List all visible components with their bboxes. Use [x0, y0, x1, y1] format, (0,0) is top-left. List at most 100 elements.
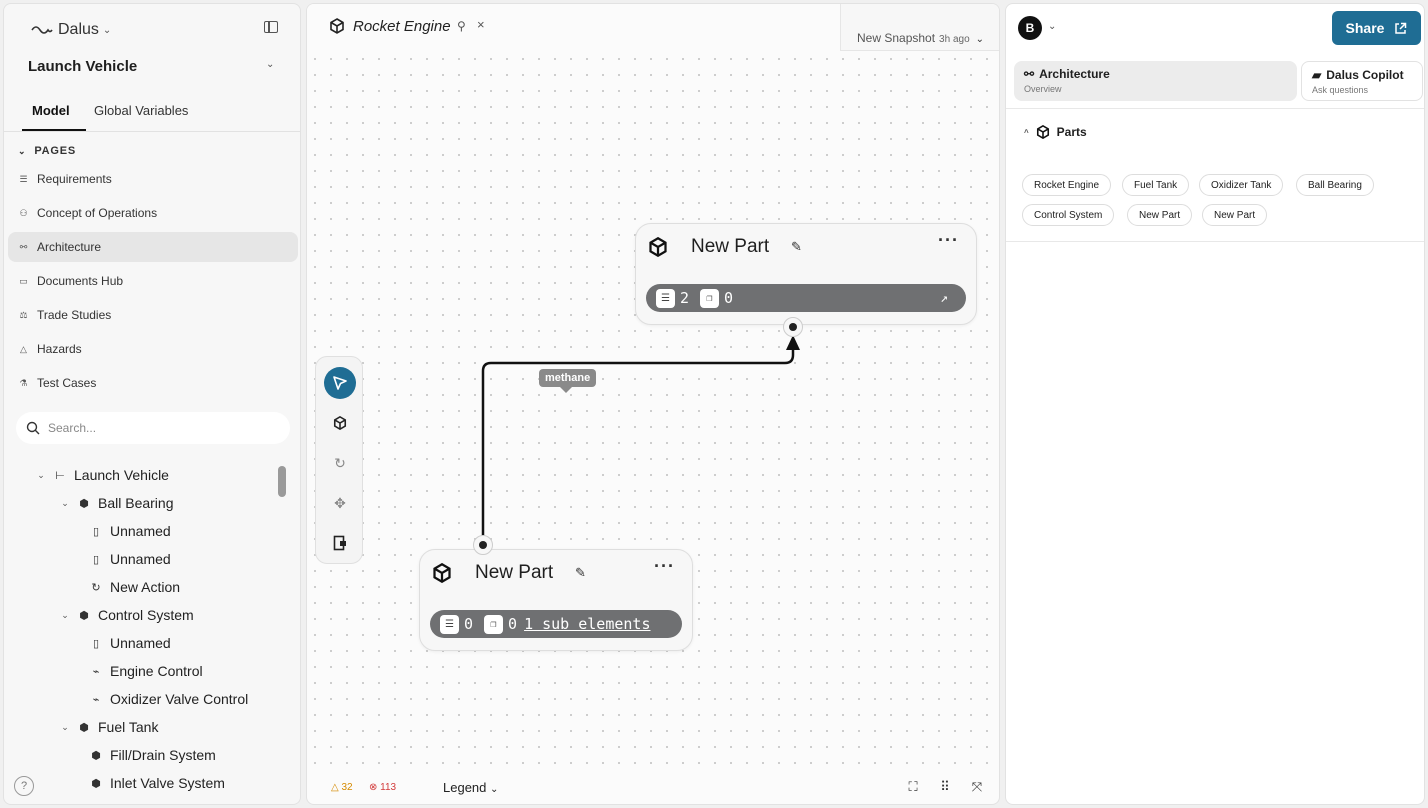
diagram-canvas[interactable]: methane ↻ ✥ New Part ✎ ··· ☰ 2 ❐ 0 ↗ New… — [307, 51, 999, 771]
tab-subtitle: Overview — [1024, 84, 1062, 94]
chevron-down-icon[interactable]: ⌄ — [266, 59, 274, 70]
nav-item-trade-studies[interactable]: ⚖ Trade Studies — [8, 300, 298, 330]
nav-item-concept-of-operations[interactable]: ⚇ Concept of Operations — [8, 198, 298, 228]
tree-item-oxidizer-valve-control[interactable]: ⌁ Oxidizer Valve Control — [90, 687, 249, 711]
pages-header[interactable]: ⌄ PAGES — [18, 145, 76, 157]
search-input[interactable] — [48, 421, 268, 435]
tree-label: Inlet Valve System — [110, 775, 225, 791]
tree-item-ball-bearing[interactable]: ⌄ ⬢ Ball Bearing — [60, 491, 174, 515]
legend-dropdown[interactable]: Legend ⌄ — [443, 780, 498, 795]
tree-item-launch-vehicle[interactable]: ⌄ ⊢ Launch Vehicle — [36, 463, 169, 487]
output-port[interactable] — [473, 535, 493, 555]
grid-dots-icon[interactable]: ⠿ — [937, 779, 953, 795]
sub-elements-link[interactable]: 1 sub elements — [524, 615, 650, 633]
add-port-button[interactable] — [324, 527, 356, 559]
part-node[interactable]: New Part ✎ ··· ☰ 0 ❐ 0 1 sub elements — [419, 549, 693, 651]
add-interface-button[interactable]: ✥ — [324, 487, 356, 519]
connector-edge[interactable] — [307, 51, 1000, 771]
share-nodes-icon: ⚯ — [1024, 67, 1035, 81]
share-button[interactable]: Share — [1332, 11, 1421, 45]
snapshot-selector[interactable]: New Snapshot 3h ago ⌄ — [857, 31, 984, 45]
chevron-down-icon[interactable]: ⌄ — [60, 498, 70, 509]
warnings-indicator[interactable]: △ 32 — [331, 782, 353, 793]
part-chip[interactable]: Rocket Engine — [1022, 174, 1112, 196]
layout-icon[interactable]: ⤧ — [969, 779, 985, 795]
edge-label[interactable]: methane — [539, 369, 597, 393]
part-chip[interactable]: New Part — [1202, 204, 1268, 226]
parts-section-header[interactable]: ^ Parts — [1024, 125, 1087, 139]
port-icon: ▯ — [92, 637, 100, 650]
tree-item-unnamed[interactable]: ▯ Unnamed — [90, 631, 171, 655]
chevron-down-icon[interactable]: ⌄ — [60, 610, 70, 621]
brand-menu[interactable]: Dalus ⌄ — [30, 21, 111, 39]
share-label: Share — [1345, 20, 1385, 36]
tree-label: Unnamed — [110, 551, 171, 567]
edit-icon[interactable]: ✎ — [791, 239, 802, 255]
tree-label: New Action — [110, 579, 181, 595]
cube-icon: ⬢ — [79, 721, 89, 734]
add-action-button[interactable]: ↻ — [324, 447, 356, 479]
tab-architecture[interactable]: ⚯ Architecture Overview — [1014, 61, 1297, 101]
more-options-icon[interactable]: ··· — [938, 230, 959, 251]
chevron-down-icon[interactable]: ⌄ — [1048, 21, 1056, 32]
part-chip[interactable]: Ball Bearing — [1296, 174, 1374, 196]
chevron-down-icon[interactable]: ⌄ — [60, 722, 70, 733]
nav-item-hazards[interactable]: △ Hazards — [8, 334, 298, 364]
tree-item-new-action[interactable]: ↻ New Action — [90, 575, 180, 599]
sidebar-toggle-icon[interactable] — [264, 21, 278, 33]
tab-title: Dalus Copilot — [1326, 68, 1404, 82]
nav-item-architecture[interactable]: ⚯ Architecture — [8, 232, 298, 262]
tree-item-fuel-tank[interactable]: ⌄ ⬢ Fuel Tank — [60, 715, 158, 739]
tree-scrollbar[interactable] — [278, 466, 286, 497]
chevron-down-icon[interactable]: ⌄ — [36, 470, 46, 481]
add-part-button[interactable] — [324, 407, 356, 439]
copy-icon: ❐ — [484, 614, 504, 634]
input-port[interactable] — [783, 317, 803, 337]
tree-item-control-system[interactable]: ⌄ ⬢ Control System — [60, 603, 193, 627]
nav-label: Trade Studies — [37, 308, 112, 322]
part-chip[interactable]: Fuel Tank — [1122, 174, 1190, 196]
sidebar-tabs: Model Global Variables — [4, 92, 300, 132]
select-tool-button[interactable] — [324, 367, 356, 399]
chevron-down-icon: ⌄ — [975, 34, 985, 45]
nav-item-documents-hub[interactable]: ▭ Documents Hub — [8, 266, 298, 296]
tree-item-unnamed[interactable]: ▯ Unnamed — [90, 547, 171, 571]
edit-icon[interactable]: ✎ — [575, 565, 586, 581]
part-chip[interactable]: New Part — [1127, 204, 1193, 226]
nav-label: Hazards — [37, 342, 82, 356]
pin-icon[interactable]: ⚲ — [457, 19, 466, 33]
tab-rocket-engine[interactable]: Rocket Engine ⚲ × — [307, 4, 841, 51]
tree-label: Fuel Tank — [98, 719, 159, 735]
snapshot-time: 3h ago — [939, 34, 970, 45]
part-node[interactable]: New Part ✎ ··· ☰ 2 ❐ 0 ↗ — [635, 223, 977, 325]
tree-label: Ball Bearing — [98, 495, 174, 511]
node-title[interactable]: New Part — [691, 236, 769, 258]
search-box[interactable] — [16, 412, 290, 444]
port-icon: ▯ — [92, 553, 100, 566]
tab-global-variables[interactable]: Global Variables — [94, 103, 188, 118]
cube-icon — [329, 18, 345, 34]
tab-dalus-copilot[interactable]: ▰ Dalus Copilot Ask questions — [1301, 61, 1423, 101]
tree-item-engine-control[interactable]: ⌁ Engine Control — [90, 659, 203, 683]
nav-item-requirements[interactable]: ☰ Requirements — [8, 164, 298, 194]
close-icon[interactable]: × — [477, 17, 485, 32]
nav-item-test-cases[interactable]: ⚗ Test Cases — [8, 368, 298, 398]
diamonds-icon: ✥ — [334, 494, 346, 511]
part-chip[interactable]: Control System — [1022, 204, 1115, 226]
tab-model[interactable]: Model — [32, 103, 70, 118]
tree-item-unnamed[interactable]: ▯ Unnamed — [90, 519, 171, 543]
node-title[interactable]: New Part — [475, 562, 553, 584]
help-icon[interactable]: ? — [14, 776, 34, 796]
more-options-icon[interactable]: ··· — [654, 556, 675, 577]
tab-title: Rocket Engine — [353, 18, 451, 35]
tree-label: Launch Vehicle — [74, 467, 169, 483]
part-chip[interactable]: Oxidizer Tank — [1199, 174, 1284, 196]
tree-item-fill-drain-system[interactable]: ⬢ Fill/Drain System — [90, 743, 216, 767]
tree-item-inlet-valve-system[interactable]: ⬢ Inlet Valve System — [90, 771, 225, 795]
errors-indicator[interactable]: ⊗ 113 — [369, 782, 396, 793]
tree-label: Oxidizer Valve Control — [110, 691, 249, 707]
avatar[interactable]: B — [1018, 16, 1042, 40]
open-arrow-icon[interactable]: ↗ — [940, 291, 948, 306]
fit-view-icon[interactable]: ⛶ — [905, 779, 921, 795]
divider — [1006, 241, 1424, 242]
